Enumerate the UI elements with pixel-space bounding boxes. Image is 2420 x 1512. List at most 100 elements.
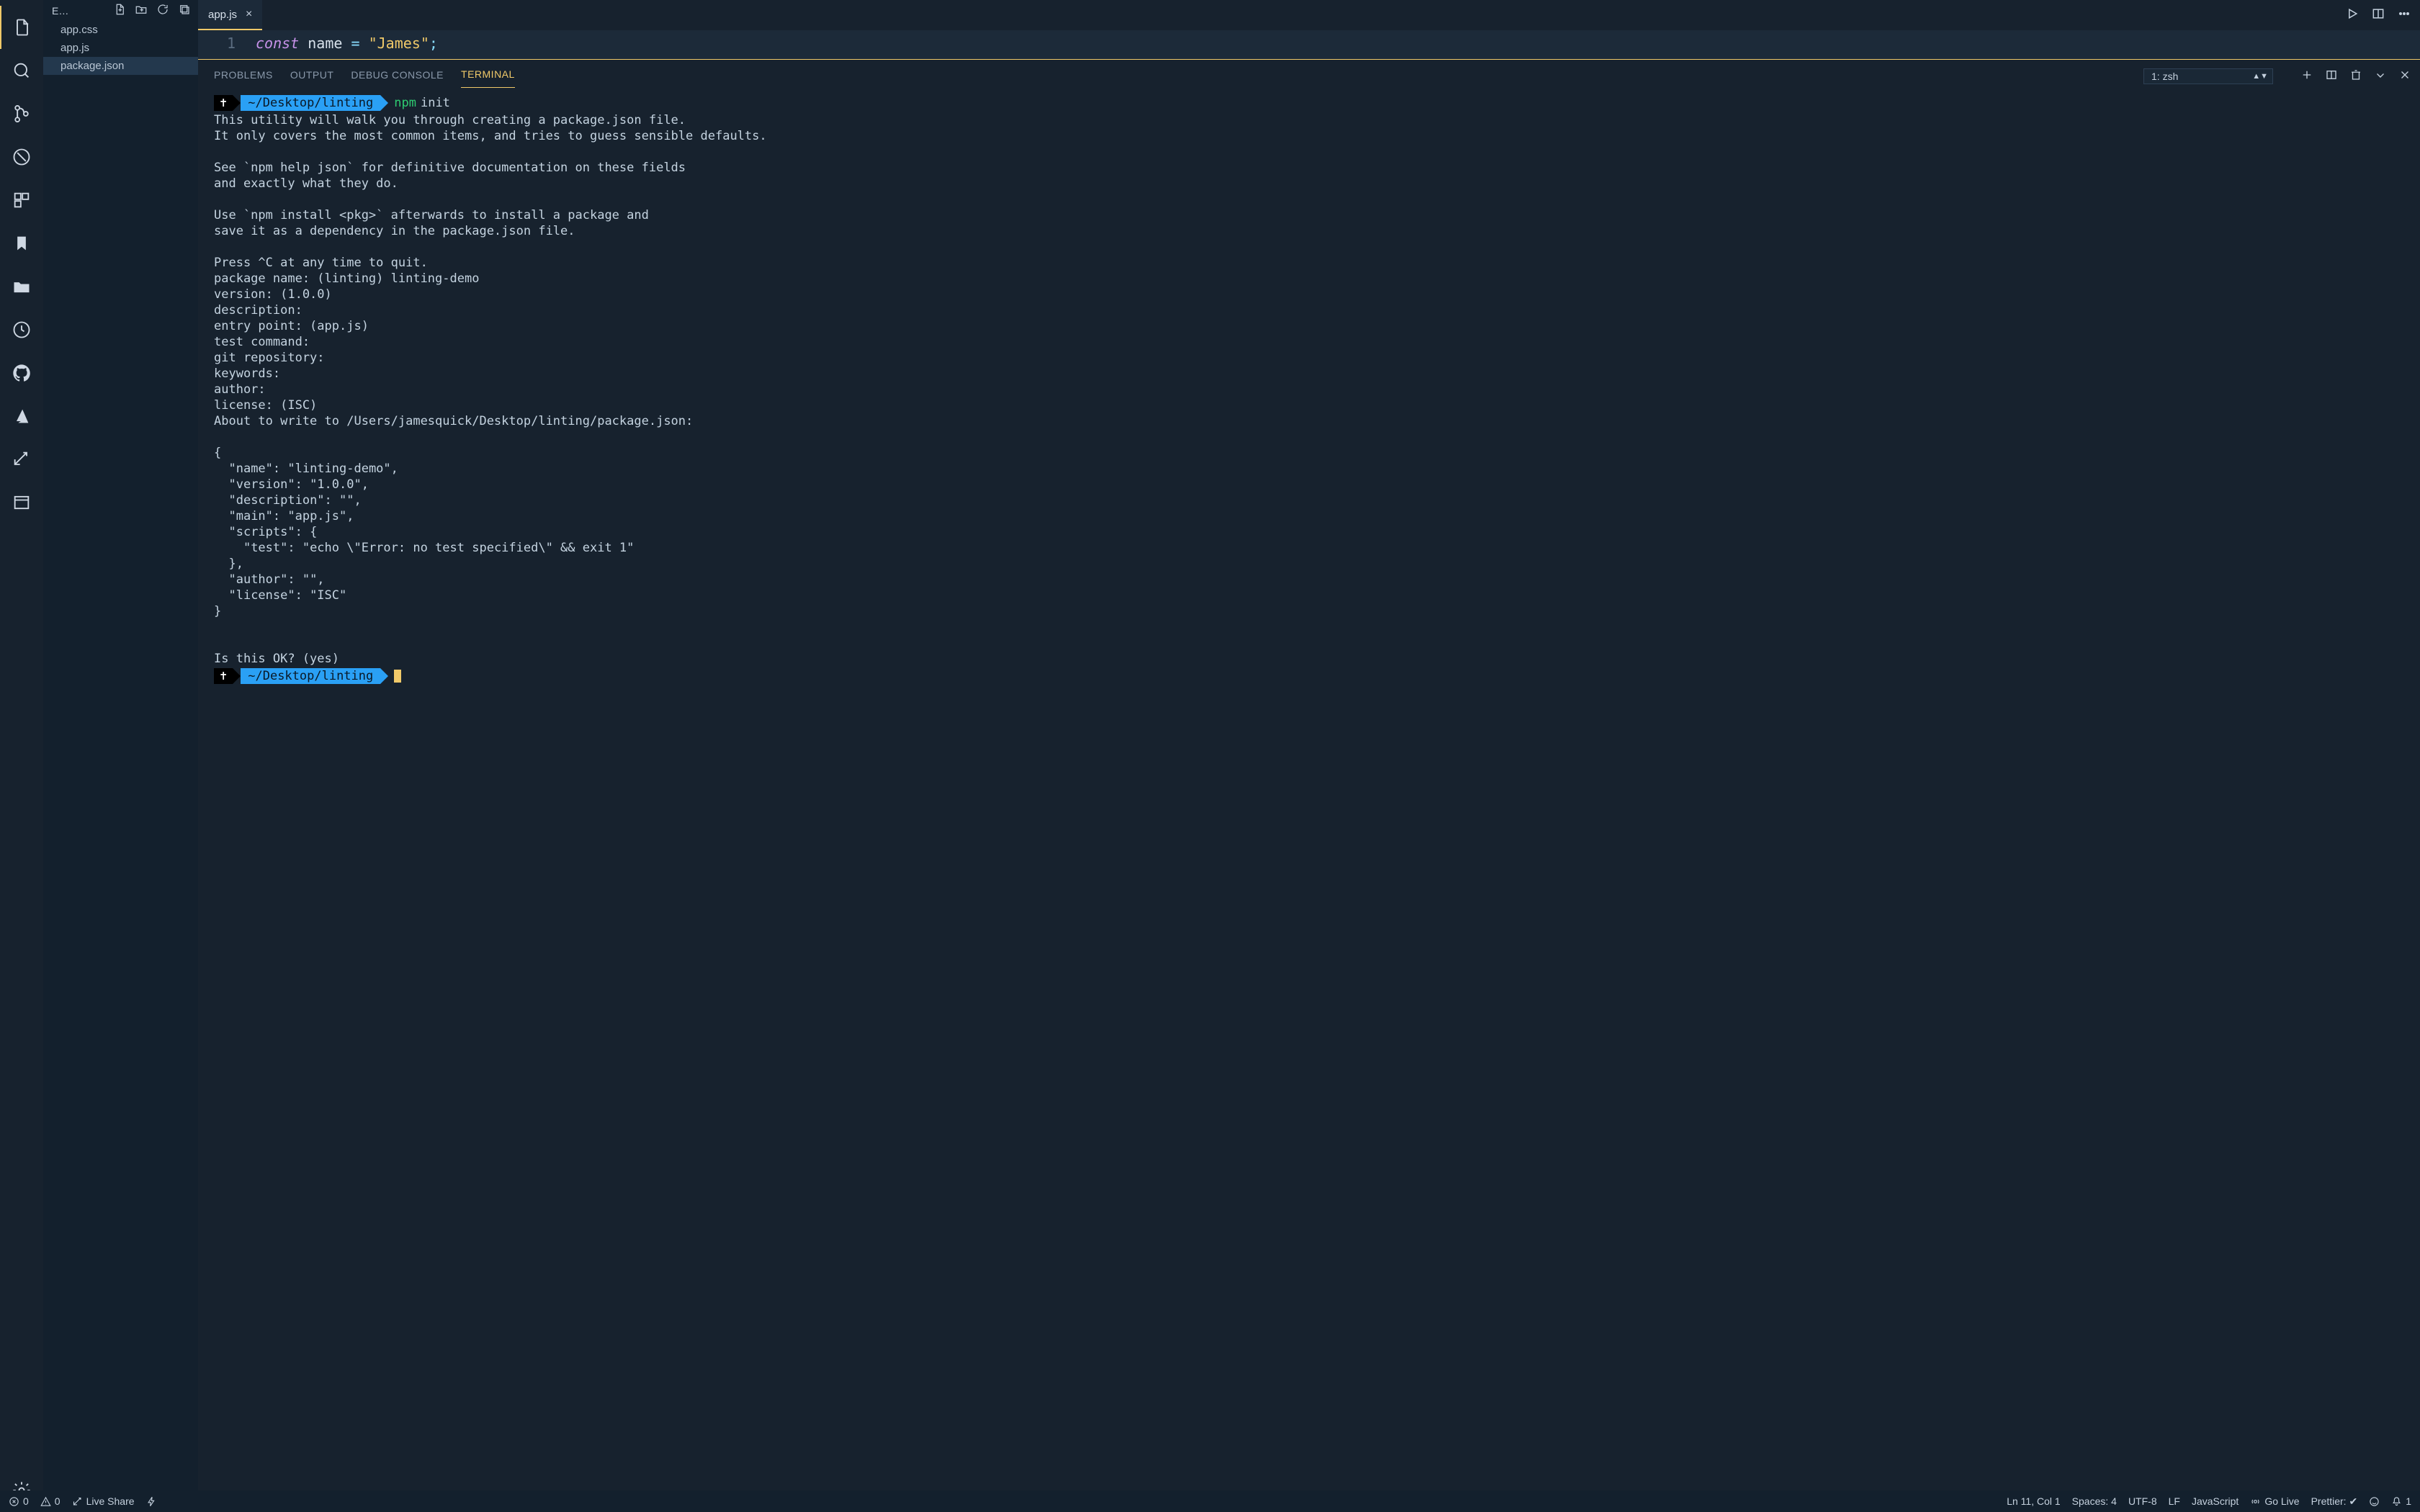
editor-tabs: app.js × — [198, 0, 2420, 30]
terminal-line: entry point: (app.js) — [214, 318, 2404, 334]
terminal-line: "version": "1.0.0", — [214, 477, 2404, 492]
kill-terminal-icon[interactable] — [2349, 68, 2362, 84]
terminal-line — [214, 619, 2404, 635]
prompt-separator-icon — [233, 95, 241, 111]
live-share-icon[interactable] — [0, 438, 43, 481]
prompt-separator-icon — [233, 668, 241, 684]
terminal-line: test command: — [214, 334, 2404, 350]
search-icon[interactable] — [0, 49, 43, 92]
status-eol[interactable]: LF — [2169, 1495, 2180, 1507]
terminal-line: "license": "ISC" — [214, 588, 2404, 603]
explorer-sidebar: E… app.cssapp.jspackage.json — [43, 0, 198, 1490]
explorer-title: E… — [52, 5, 104, 17]
more-icon[interactable] — [2397, 6, 2411, 24]
status-bar: 0 0 Live Share Ln 11, Col 1 Spaces: 4 UT… — [0, 1490, 2420, 1512]
status-feedback-icon[interactable] — [2369, 1496, 2380, 1507]
main-area: app.js × 1 const name = "James"; PROBLEM… — [198, 0, 2420, 1490]
tab-label: app.js — [208, 9, 237, 21]
terminal-line: and exactly what they do. — [214, 176, 2404, 192]
terminal-line: package name: (linting) linting-demo — [214, 271, 2404, 287]
debug-disabled-icon[interactable] — [0, 135, 43, 179]
status-indentation[interactable]: Spaces: 4 — [2072, 1495, 2117, 1507]
run-icon[interactable] — [2345, 6, 2360, 24]
panel-tab-problems[interactable]: PROBLEMS — [214, 65, 273, 88]
terminal-line — [214, 144, 2404, 160]
tab-app-js[interactable]: app.js × — [198, 0, 262, 30]
terminal-line: author: — [214, 382, 2404, 397]
terminal-line — [214, 239, 2404, 255]
status-notifications[interactable]: 1 — [2391, 1495, 2411, 1507]
terminal-line: Use `npm install <pkg>` afterwards to in… — [214, 207, 2404, 223]
line-number: 1 — [198, 35, 256, 52]
code-line: const name = "James"; — [256, 35, 438, 52]
panel-tab-debug-console[interactable]: DEBUG CONSOLE — [351, 65, 444, 88]
code-editor[interactable]: 1 const name = "James"; — [198, 30, 2420, 60]
panel-tabs: PROBLEMS OUTPUT DEBUG CONSOLE TERMINAL 1… — [198, 60, 2420, 88]
status-encoding[interactable]: UTF-8 — [2128, 1495, 2157, 1507]
terminal-line: description: — [214, 302, 2404, 318]
file-item[interactable]: app.js — [43, 39, 198, 57]
file-list: app.cssapp.jspackage.json — [43, 21, 198, 75]
prompt-separator-icon — [380, 668, 388, 684]
terminal-line: save it as a dependency in the package.j… — [214, 223, 2404, 239]
terminal-prompt-1: ✝ ~/Desktop/linting npm init — [214, 95, 2404, 111]
explorer-icon[interactable] — [0, 6, 43, 49]
new-folder-icon[interactable] — [135, 3, 148, 18]
file-item[interactable]: package.json — [43, 57, 198, 75]
close-icon[interactable]: × — [246, 8, 252, 21]
panel-tab-terminal[interactable]: TERMINAL — [461, 64, 515, 88]
status-errors[interactable]: 0 — [9, 1495, 29, 1507]
bookmark-icon[interactable] — [0, 222, 43, 265]
split-terminal-icon[interactable] — [2325, 68, 2338, 84]
bottom-panel: PROBLEMS OUTPUT DEBUG CONSOLE TERMINAL 1… — [198, 60, 2420, 1490]
source-control-icon[interactable] — [0, 92, 43, 135]
close-panel-icon[interactable] — [2398, 68, 2411, 84]
refresh-icon[interactable] — [156, 3, 169, 18]
azure-icon[interactable] — [0, 395, 43, 438]
terminal-line: See `npm help json` for definitive docum… — [214, 160, 2404, 176]
file-item[interactable]: app.css — [43, 21, 198, 39]
terminal-prompt-2: ✝ ~/Desktop/linting — [214, 668, 2404, 684]
status-live-share[interactable]: Live Share — [72, 1495, 135, 1507]
extensions-icon[interactable] — [0, 179, 43, 222]
terminal-line: "test": "echo \"Error: no test specified… — [214, 540, 2404, 556]
terminal-selector[interactable]: 1: zsh ▲▼ — [2143, 68, 2273, 84]
status-warnings[interactable]: 0 — [40, 1495, 60, 1507]
status-quick-action[interactable] — [146, 1496, 157, 1507]
terminal-line — [214, 429, 2404, 445]
terminal-cursor — [394, 670, 401, 683]
status-go-live[interactable]: Go Live — [2250, 1495, 2299, 1507]
terminal-line: version: (1.0.0) — [214, 287, 2404, 302]
maximize-panel-icon[interactable] — [2374, 68, 2387, 84]
terminal-line: } — [214, 603, 2404, 619]
project-manager-icon[interactable] — [0, 265, 43, 308]
terminal-line: It only covers the most common items, an… — [214, 128, 2404, 144]
terminal-line: "name": "linting-demo", — [214, 461, 2404, 477]
terminal-line: { — [214, 445, 2404, 461]
new-file-icon[interactable] — [113, 3, 126, 18]
gitlens-icon[interactable] — [0, 308, 43, 351]
terminal-line: About to write to /Users/jamesquick/Desk… — [214, 413, 2404, 429]
terminal-line: This utility will walk you through creat… — [214, 112, 2404, 128]
terminal-line — [214, 635, 2404, 651]
terminal-line: git repository: — [214, 350, 2404, 366]
chevron-updown-icon: ▲▼ — [2252, 72, 2268, 81]
status-prettier[interactable]: Prettier: ✔ — [2311, 1495, 2358, 1508]
terminal-line: "description": "", — [214, 492, 2404, 508]
terminal-line: license: (ISC) — [214, 397, 2404, 413]
status-cursor-position[interactable]: Ln 11, Col 1 — [2007, 1495, 2060, 1507]
panel-tab-output[interactable]: OUTPUT — [290, 65, 334, 88]
terminal-line: keywords: — [214, 366, 2404, 382]
activity-bar — [0, 0, 43, 1512]
split-editor-icon[interactable] — [2371, 6, 2385, 24]
terminal-line: "main": "app.js", — [214, 508, 2404, 524]
terminal-line: Is this OK? (yes) — [214, 651, 2404, 667]
browser-preview-icon[interactable] — [0, 481, 43, 524]
status-language[interactable]: JavaScript — [2192, 1495, 2238, 1507]
github-icon[interactable] — [0, 351, 43, 395]
terminal-line — [214, 192, 2404, 207]
collapse-all-icon[interactable] — [178, 3, 191, 18]
new-terminal-icon[interactable] — [2300, 68, 2313, 84]
terminal-output[interactable]: ✝ ~/Desktop/linting npm init This utilit… — [198, 88, 2420, 1490]
explorer-header: E… — [43, 0, 198, 21]
